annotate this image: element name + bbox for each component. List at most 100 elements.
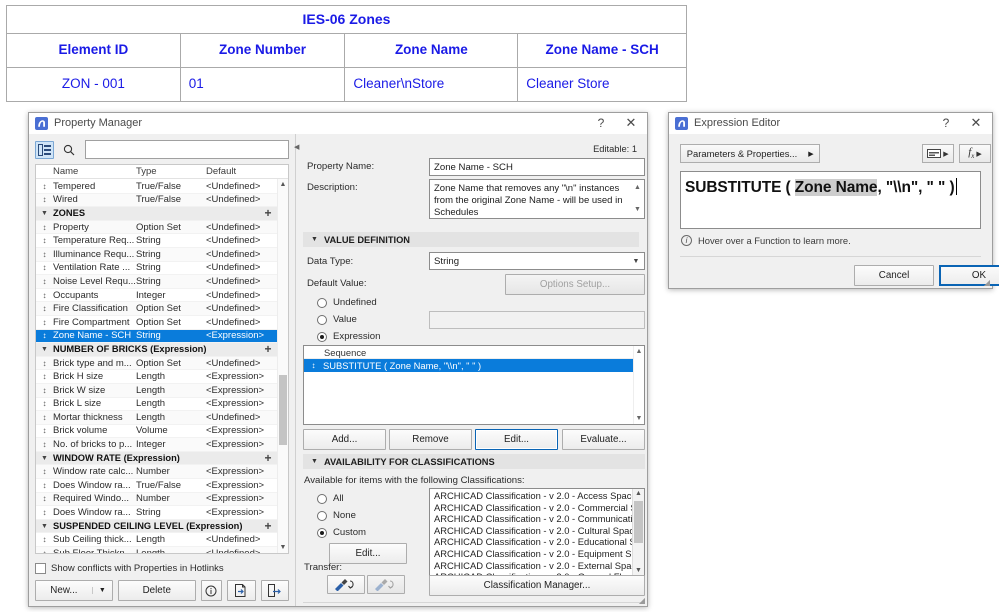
expression-highlighted-token[interactable]: Zone Name	[794, 179, 878, 196]
drag-handle-icon[interactable]: ↕	[36, 386, 53, 395]
radio-expression[interactable]: Expression	[317, 331, 380, 342]
property-row[interactable]: ↕ Noise Level Requ... String <Undefined>	[36, 275, 277, 289]
property-row[interactable]: ↕ Wired True/False <Undefined>	[36, 193, 277, 208]
expression-editor-close-button[interactable]: ✕	[960, 113, 992, 134]
avail-radio-none[interactable]: None	[317, 510, 356, 521]
drag-handle-icon[interactable]: ↕	[36, 440, 53, 449]
add-property-icon[interactable]: +	[259, 520, 277, 532]
description-scrollbar[interactable]: ▲ ▼	[632, 181, 643, 217]
cls-scrollbar-thumb[interactable]	[634, 501, 643, 543]
sequence-scrollbar[interactable]: ▲ ▼	[633, 346, 644, 424]
expression-ok-button[interactable]: OK	[939, 265, 999, 286]
search-icon[interactable]	[59, 141, 78, 159]
triangle-down-icon[interactable]: ▼	[36, 210, 53, 217]
radio-value[interactable]: Value	[317, 314, 357, 325]
desc-scroll-down-icon[interactable]: ▼	[632, 204, 643, 216]
show-conflicts-row[interactable]: Show conflicts with Properties in Hotlin…	[35, 563, 289, 574]
avail-radio-all-marker[interactable]	[317, 493, 327, 504]
value-definition-section-header[interactable]: ▼ VALUE DEFINITION	[303, 232, 639, 247]
options-setup-button[interactable]: Options Setup...	[505, 274, 645, 295]
property-group-row[interactable]: ▼ WINDOW RATE (Expression) +	[36, 451, 277, 466]
property-row[interactable]: ↕ Fire Compartment Option Set <Undefined>	[36, 316, 277, 330]
classification-list[interactable]: ARCHICAD Classification - v 2.0 - Access…	[429, 488, 645, 576]
property-row[interactable]: ↕ Brick type and m... Option Set <Undefined…	[36, 356, 277, 371]
drag-handle-icon[interactable]: ↕	[304, 361, 323, 370]
property-row[interactable]: ↕ Brick volume Volume <Expression>	[36, 425, 277, 439]
expression-editor-titlebar[interactable]: Expression Editor ? ✕	[669, 113, 992, 134]
function-insert-button[interactable]: fx ▶	[959, 144, 991, 163]
property-manager-titlebar[interactable]: Property Manager ? ✕	[29, 113, 647, 134]
expression-cancel-button[interactable]: Cancel	[854, 265, 934, 286]
property-group-row[interactable]: ▼ NUMBER OF BRICKS (Expression) +	[36, 343, 277, 357]
drag-handle-icon[interactable]: ↕	[36, 467, 53, 476]
triangle-down-icon[interactable]: ▼	[36, 523, 53, 530]
delete-property-button[interactable]: Delete	[117, 580, 196, 601]
scroll-up-icon[interactable]: ▲	[278, 179, 288, 190]
property-row[interactable]: ↕ No. of bricks to p... Integer <Expression…	[36, 438, 277, 452]
property-row[interactable]: ↕ Zone Name - SCH String <Expression>	[36, 329, 277, 344]
radio-value-marker[interactable]	[317, 314, 327, 325]
avail-radio-custom-marker[interactable]	[317, 527, 327, 538]
inject-parameters-button[interactable]	[367, 575, 405, 594]
sequence-list[interactable]: Sequence ↕ SUBSTITUTE ( Zone Name, "\\n"…	[303, 345, 645, 425]
property-row[interactable]: ↕ Mortar thickness Length <Undefined>	[36, 411, 277, 425]
property-row[interactable]: ↕ Ventilation Rate ... String <Undefined>	[36, 262, 277, 276]
drag-handle-icon[interactable]: ↕	[36, 481, 53, 490]
avail-radio-custom[interactable]: Custom	[317, 527, 366, 538]
drag-handle-icon[interactable]: ↕	[36, 318, 53, 327]
property-name-input[interactable]	[429, 158, 645, 176]
drag-handle-icon[interactable]: ↕	[36, 535, 53, 544]
radio-undefined[interactable]: Undefined	[317, 297, 377, 308]
expression-input[interactable]: SUBSTITUTE ( Zone Name, "\\n", " " )	[680, 171, 981, 229]
cls-scroll-down-icon[interactable]: ▼	[633, 567, 644, 574]
property-row[interactable]: ↕ Does Window ra... String <Expression>	[36, 506, 277, 520]
avail-radio-none-marker[interactable]	[317, 510, 327, 521]
expression-editor-help-button[interactable]: ?	[932, 113, 960, 134]
add-property-icon[interactable]: +	[259, 343, 277, 355]
add-sequence-button[interactable]: Add...	[303, 429, 386, 450]
show-conflicts-checkbox[interactable]	[35, 563, 46, 574]
property-group-row[interactable]: ▼ ZONES +	[36, 207, 277, 221]
scrollbar-thumb[interactable]	[279, 375, 287, 445]
resize-grip-icon[interactable]: ◢	[984, 278, 990, 287]
property-group-row[interactable]: ▼ SUSPENDED CEILING LEVEL (Expression) +	[36, 519, 277, 534]
classification-list-item[interactable]: ARCHICAD Classification - v 2.0 - Cultur…	[430, 525, 644, 537]
default-value-input[interactable]	[429, 311, 645, 329]
evaluate-sequence-button[interactable]: Evaluate...	[562, 429, 645, 450]
new-property-button[interactable]: New... ▼	[35, 580, 113, 601]
remove-sequence-button[interactable]: Remove	[389, 429, 472, 450]
search-input[interactable]	[85, 140, 289, 159]
property-row[interactable]: ↕ Sub Ceiling thick... Length <Undefined>	[36, 533, 277, 548]
import-properties-button[interactable]	[227, 580, 256, 601]
drag-handle-icon[interactable]: ↕	[36, 508, 53, 517]
triangle-down-icon[interactable]: ▼	[36, 455, 53, 462]
availability-edit-button[interactable]: Edit...	[329, 543, 407, 564]
chevron-right-icon[interactable]: ▶	[976, 150, 981, 158]
property-row[interactable]: ↕ Tempered True/False <Undefined>	[36, 180, 277, 194]
edit-sequence-button[interactable]: Edit...	[475, 429, 558, 450]
classification-scrollbar[interactable]: ▲ ▼	[632, 489, 644, 575]
drag-handle-icon[interactable]: ↕	[36, 304, 53, 313]
property-row[interactable]: ↕ Brick L size Length <Expression>	[36, 398, 277, 412]
property-row[interactable]: ↕ Required Windo... Number <Expression>	[36, 492, 277, 507]
info-button[interactable]	[200, 580, 223, 601]
description-textarea[interactable]: Zone Name that removes any "\n" instance…	[429, 179, 645, 219]
export-properties-button[interactable]	[260, 580, 289, 601]
property-row[interactable]: ↕ Window rate calc... Number <Expression>	[36, 465, 277, 480]
radio-undefined-marker[interactable]	[317, 297, 327, 308]
classification-list-item[interactable]: ARCHICAD Classification - v 2.0 - Equipm…	[430, 548, 644, 560]
drag-handle-icon[interactable]: ↕	[36, 195, 53, 204]
avail-radio-all[interactable]: All	[317, 493, 344, 504]
classification-list-item[interactable]: ARCHICAD Classification - v 2.0 - Commer…	[430, 502, 644, 514]
drag-handle-icon[interactable]: ↕	[36, 277, 53, 286]
chevron-down-icon[interactable]: ▼	[628, 258, 644, 265]
drag-handle-icon[interactable]: ↕	[36, 549, 53, 553]
drag-handle-icon[interactable]: ↕	[36, 182, 53, 191]
radio-expression-marker[interactable]	[317, 331, 327, 342]
classification-manager-button[interactable]: Classification Manager...	[429, 575, 645, 596]
drag-handle-icon[interactable]: ↕	[36, 263, 53, 272]
classification-list-item[interactable]: ARCHICAD Classification - v 2.0 - Access…	[430, 490, 644, 502]
cls-scroll-up-icon[interactable]: ▲	[633, 490, 644, 497]
classification-list-item[interactable]: ARCHICAD Classification - v 2.0 - Commun…	[430, 513, 644, 525]
resize-grip-icon[interactable]: ◢	[639, 596, 645, 605]
